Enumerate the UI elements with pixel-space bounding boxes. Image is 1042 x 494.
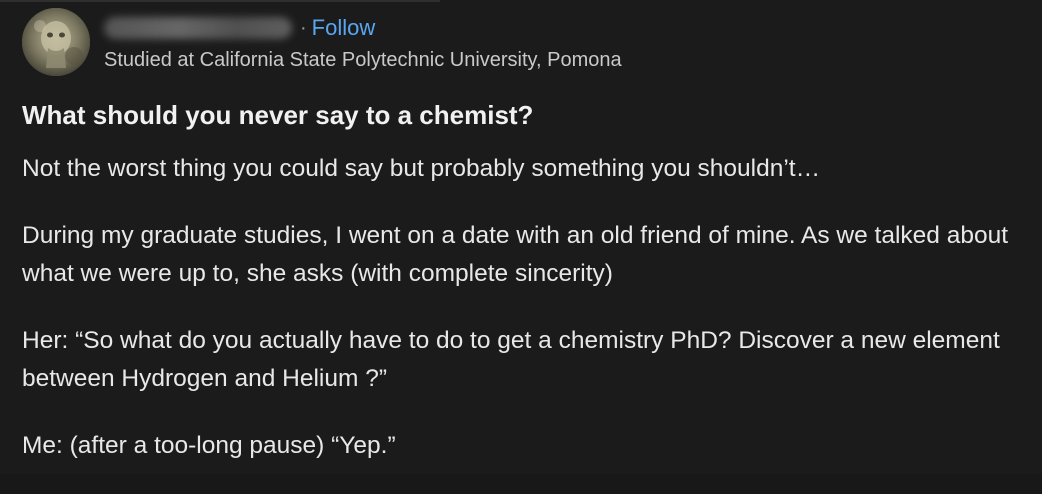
divider xyxy=(0,0,440,2)
answer-paragraph: Not the worst thing you could say but pr… xyxy=(22,155,821,182)
author-name-row: · Follow xyxy=(104,13,622,43)
author-credential: Studied at California State Polytechnic … xyxy=(104,49,622,71)
author-meta: · Follow Studied at California State Pol… xyxy=(104,8,622,72)
answer-paragraph: Her: “So what do you actually have to do… xyxy=(22,327,1000,392)
author-header: · Follow Studied at California State Pol… xyxy=(22,8,622,78)
answer-card: · Follow Studied at California State Pol… xyxy=(0,0,1042,474)
answer-body: Not the worst thing you could say but pr… xyxy=(22,150,1027,494)
avatar-image xyxy=(22,8,90,76)
author-name-redacted[interactable] xyxy=(104,17,292,39)
answer-paragraph: During my graduate studies, I went on a … xyxy=(22,222,1009,287)
avatar[interactable] xyxy=(22,8,90,76)
question-title[interactable]: What should you never say to a chemist? xyxy=(22,100,533,131)
follow-button[interactable]: Follow xyxy=(312,15,376,41)
answer-paragraph: Me: (after a too-long pause) “Yep.” xyxy=(22,432,396,459)
separator-dot: · xyxy=(300,16,307,39)
